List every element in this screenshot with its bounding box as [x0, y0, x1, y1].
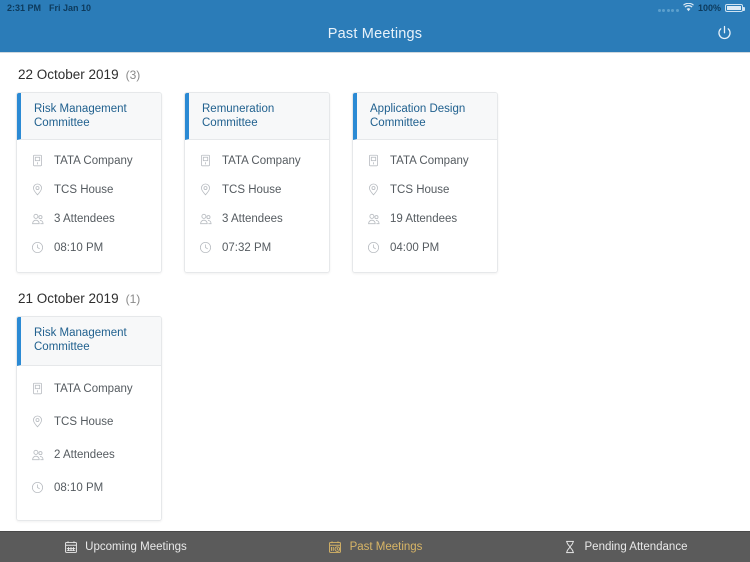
page-title: Past Meetings: [327, 25, 423, 42]
meeting-company-row: TATA Company: [17, 372, 161, 405]
people-icon: [30, 447, 45, 462]
meeting-attendees: 2 Attendees: [54, 448, 115, 461]
map-pin-icon: [198, 182, 213, 197]
meeting-card[interactable]: Risk Management Committee TATA Company T…: [16, 92, 162, 273]
meeting-card-body: TATA Company TCS House: [353, 140, 497, 272]
date-label: 22 October 2019: [18, 67, 119, 82]
tab-label: Past Meetings: [349, 541, 423, 553]
date-section: 22 October 2019 (3) Risk Management Comm…: [16, 67, 734, 273]
meeting-card-header: Remuneration Committee: [185, 93, 329, 140]
meeting-location-row: TCS House: [17, 405, 161, 438]
meeting-card-body: TATA Company TCS House: [17, 140, 161, 272]
meeting-company-row: TATA Company: [353, 146, 497, 175]
calendar-clock-icon: [328, 540, 343, 555]
building-icon: [198, 153, 213, 168]
meeting-company: TATA Company: [54, 382, 133, 395]
meeting-time: 08:10 PM: [54, 241, 104, 254]
signal-dots-icon: [657, 5, 679, 12]
calendar-icon: [63, 540, 78, 555]
tab-label: Pending Attendance: [584, 541, 688, 553]
clock-icon: [30, 240, 45, 255]
status-bar-left: 2:31 PM Fri Jan 10: [7, 3, 91, 13]
meeting-attendees-row: 19 Attendees: [353, 204, 497, 233]
meeting-location: TCS House: [54, 415, 114, 428]
map-pin-icon: [30, 182, 45, 197]
meeting-location-row: TCS House: [185, 175, 329, 204]
nav-bar: Past Meetings: [0, 16, 750, 52]
meeting-attendees-row: 3 Attendees: [185, 204, 329, 233]
meeting-card-header: Application Design Committee: [353, 93, 497, 140]
meeting-time-row: 04:00 PM: [353, 233, 497, 262]
meeting-attendees-row: 2 Attendees: [17, 438, 161, 471]
building-icon: [30, 153, 45, 168]
people-icon: [198, 211, 213, 226]
meeting-card-header: Risk Management Committee: [17, 93, 161, 140]
battery-percent: 100%: [697, 3, 721, 13]
tab-label: Upcoming Meetings: [85, 541, 187, 553]
date-header: 21 October 2019 (1): [18, 291, 734, 306]
clock-icon: [30, 480, 45, 495]
meeting-company-row: TATA Company: [17, 146, 161, 175]
status-bar-right: 100%: [657, 2, 745, 14]
tab-past-meetings[interactable]: Past Meetings: [250, 532, 500, 562]
meeting-card-body: TATA Company TCS House: [185, 140, 329, 272]
meeting-company: TATA Company: [54, 154, 133, 167]
meeting-card-header: Risk Management Committee: [17, 317, 161, 366]
clock-icon: [198, 240, 213, 255]
meeting-location: TCS House: [222, 183, 282, 196]
meeting-title: Risk Management Committee: [34, 103, 127, 129]
hourglass-icon: [563, 540, 578, 555]
meeting-time-row: 08:10 PM: [17, 471, 161, 504]
power-icon[interactable]: [712, 22, 736, 46]
meeting-company: TATA Company: [390, 154, 469, 167]
meeting-card[interactable]: Application Design Committee TATA Compan…: [352, 92, 498, 273]
meeting-title: Remuneration Committee: [202, 103, 275, 129]
meeting-time: 04:00 PM: [390, 241, 440, 254]
meetings-scroll-area[interactable]: 22 October 2019 (3) Risk Management Comm…: [0, 53, 750, 531]
meeting-time-row: 08:10 PM: [17, 233, 161, 262]
meeting-card-row: Risk Management Committee TATA Company T…: [16, 316, 734, 521]
meeting-location-row: TCS House: [353, 175, 497, 204]
meeting-card-row: Risk Management Committee TATA Company T…: [16, 92, 734, 273]
date-count: (1): [125, 292, 141, 306]
date-header: 22 October 2019 (3): [18, 67, 734, 82]
wifi-icon: [683, 2, 694, 14]
building-icon: [366, 153, 381, 168]
meeting-company: TATA Company: [222, 154, 301, 167]
meeting-time: 08:10 PM: [54, 481, 104, 494]
meeting-attendees: 19 Attendees: [390, 212, 458, 225]
tab-pending-attendance[interactable]: Pending Attendance: [500, 532, 750, 562]
people-icon: [366, 211, 381, 226]
status-time: 2:31 PM: [7, 3, 42, 13]
meeting-card[interactable]: Remuneration Committee TATA Company TCS …: [184, 92, 330, 273]
date-count: (3): [125, 68, 141, 82]
status-bar: 2:31 PM Fri Jan 10 100%: [0, 0, 750, 16]
meeting-location-row: TCS House: [17, 175, 161, 204]
date-section: 21 October 2019 (1) Risk Management Comm…: [16, 291, 734, 521]
status-date: Fri Jan 10: [49, 3, 92, 13]
meeting-location: TCS House: [390, 183, 450, 196]
clock-icon: [366, 240, 381, 255]
meeting-card[interactable]: Risk Management Committee TATA Company T…: [16, 316, 162, 521]
battery-icon: [725, 4, 745, 12]
people-icon: [30, 211, 45, 226]
tab-upcoming-meetings[interactable]: Upcoming Meetings: [0, 532, 250, 562]
meeting-card-body: TATA Company TCS House: [17, 366, 161, 520]
meeting-attendees: 3 Attendees: [54, 212, 115, 225]
meeting-time: 07:32 PM: [222, 241, 272, 254]
map-pin-icon: [30, 414, 45, 429]
meeting-title: Application Design Committee: [370, 103, 466, 129]
map-pin-icon: [366, 182, 381, 197]
meeting-company-row: TATA Company: [185, 146, 329, 175]
meeting-attendees-row: 3 Attendees: [17, 204, 161, 233]
meeting-attendees: 3 Attendees: [222, 212, 283, 225]
meeting-title: Risk Management Committee: [34, 327, 127, 353]
building-icon: [30, 381, 45, 396]
meeting-location: TCS House: [54, 183, 114, 196]
date-label: 21 October 2019: [18, 291, 119, 306]
meeting-time-row: 07:32 PM: [185, 233, 329, 262]
app-root: 2:31 PM Fri Jan 10 100% Past Meetings 22…: [0, 0, 750, 562]
tab-bar: Upcoming Meetings Past Meetings Pending …: [0, 531, 750, 562]
